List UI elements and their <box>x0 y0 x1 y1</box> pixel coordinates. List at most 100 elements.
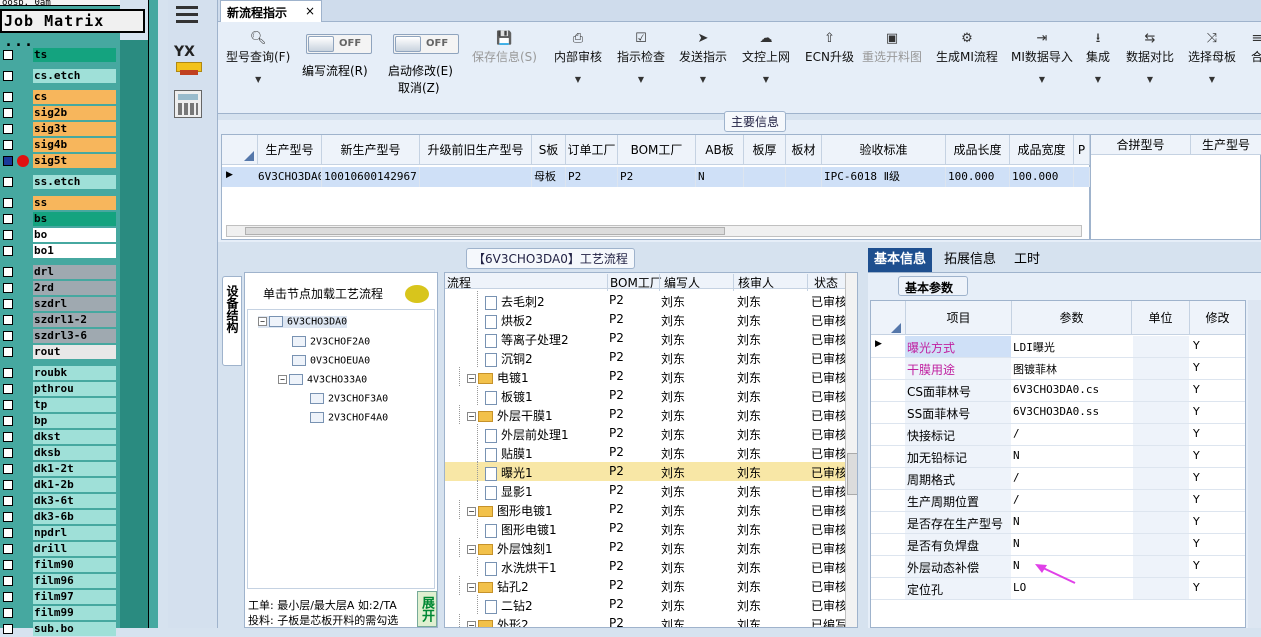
tab-basic-info[interactable]: 基本信息 <box>868 248 933 272</box>
layer-row[interactable]: szdrl1-2 <box>0 312 120 328</box>
layer-row[interactable]: cs <box>0 89 120 105</box>
tree-node[interactable]: 2V3CHOF3A0 <box>310 393 388 405</box>
main-info-header[interactable]: 新生产型号 <box>322 135 420 165</box>
layer-row[interactable]: dkst <box>0 429 120 445</box>
main-info-cell[interactable] <box>420 167 532 187</box>
main-info-cell[interactable] <box>1074 167 1090 187</box>
layer-checkbox[interactable] <box>3 384 13 394</box>
flow-row[interactable]: − 钻孔2 P2 刘东 刘东 已审核 <box>445 576 847 595</box>
layer-row[interactable]: drl <box>0 264 120 280</box>
matrix-scroll-strip[interactable] <box>120 40 148 628</box>
layer-row[interactable]: dk1-2b <box>0 477 120 493</box>
tab-work-hours[interactable]: 工时 <box>1008 248 1046 272</box>
ribbon-button-4[interactable]: ☁ 文控上网 ▼ <box>742 30 790 84</box>
layer-checkbox[interactable] <box>3 480 13 490</box>
layer-row[interactable]: pthrou <box>0 381 120 397</box>
menu-icon[interactable] <box>176 4 198 24</box>
param-row[interactable]: 是否存在生产型号 N Y <box>871 512 1245 534</box>
layer-checkbox[interactable] <box>3 230 13 240</box>
layer-row[interactable]: film97 <box>0 589 120 605</box>
layer-checkbox[interactable] <box>3 544 13 554</box>
layer-checkbox[interactable] <box>3 400 13 410</box>
param-value[interactable]: 6V3CHO3DA0.ss <box>1013 405 1099 418</box>
layer-checkbox[interactable] <box>3 156 13 166</box>
layer-checkbox[interactable] <box>3 464 13 474</box>
layer-row[interactable]: sig3t <box>0 121 120 137</box>
layer-row[interactable]: dk1-2t <box>0 461 120 477</box>
layer-checkbox[interactable] <box>3 347 13 357</box>
layer-checkbox[interactable] <box>3 448 13 458</box>
auto-modify-toggle[interactable]: OFF <box>393 34 459 54</box>
layer-row[interactable]: rout <box>0 344 120 360</box>
param-value[interactable]: LDI曝光 <box>1013 339 1055 355</box>
param-value[interactable]: 图镀菲林 <box>1013 361 1057 377</box>
param-row[interactable]: 加无铅标记 N Y <box>871 446 1245 468</box>
ribbon-button-9[interactable]: ⭳ 集成 ▼ <box>1086 30 1110 84</box>
main-info-header[interactable]: P <box>1074 135 1090 165</box>
layer-row[interactable]: bo1 <box>0 243 120 259</box>
layer-row[interactable]: sig5t <box>0 153 120 169</box>
tree-node[interactable]: −4V3CHO33A0 <box>278 374 367 386</box>
layer-checkbox[interactable] <box>3 315 13 325</box>
layer-checkbox[interactable] <box>3 528 13 538</box>
param-row[interactable]: 快接标记 / Y <box>871 424 1245 446</box>
flow-row[interactable]: 贴膜1 P2 刘东 刘东 已审核 <box>445 443 847 462</box>
yx-logo-icon[interactable]: YX <box>172 44 206 78</box>
ribbon-button-6[interactable]: ▣ 重选开料图 <box>862 30 922 65</box>
query-button[interactable]: 🔍︎ 型号查询(F) ▼ <box>226 30 290 84</box>
tree-root-node[interactable]: −6V3CHO3DA0 <box>258 316 348 328</box>
flow-row[interactable]: 图形电镀1 P2 刘东 刘东 已审核 <box>445 519 847 538</box>
layer-row[interactable]: ts <box>0 47 120 63</box>
param-value[interactable]: N <box>1013 449 1020 462</box>
layer-row[interactable]: film90 <box>0 557 120 573</box>
layer-checkbox[interactable] <box>3 496 13 506</box>
layer-row[interactable]: sig4b <box>0 137 120 153</box>
layer-checkbox[interactable] <box>3 124 13 134</box>
layer-checkbox[interactable] <box>3 576 13 586</box>
main-info-cell[interactable]: 母板 <box>532 167 566 187</box>
layer-checkbox[interactable] <box>3 177 13 187</box>
param-value[interactable]: N <box>1013 515 1020 528</box>
params-side-scroll[interactable] <box>1248 300 1261 628</box>
ribbon-button-10[interactable]: ⇆ 数据对比 ▼ <box>1126 30 1174 84</box>
ribbon-button-2[interactable]: ☑ 指示检查 ▼ <box>617 30 665 84</box>
layer-checkbox[interactable] <box>3 246 13 256</box>
layer-checkbox[interactable] <box>3 283 13 293</box>
main-info-cell[interactable]: 100.000 <box>1010 167 1074 187</box>
main-info-cell[interactable] <box>744 167 786 187</box>
flow-row[interactable]: 外层前处理1 P2 刘东 刘东 已审核 <box>445 424 847 443</box>
flow-row[interactable]: − 电镀1 P2 刘东 刘东 已审核 <box>445 367 847 386</box>
flow-row[interactable]: 等离子处理2 P2 刘东 刘东 已审核 <box>445 329 847 348</box>
param-row[interactable]: SS面菲林号 6V3CHO3DA0.ss Y <box>871 402 1245 424</box>
tab-close-icon[interactable]: × <box>305 4 315 18</box>
tree-node[interactable]: 0V3CHOEUA0 <box>292 355 370 367</box>
ribbon-button-8[interactable]: ⇥ MI数据导入 ▼ <box>1011 30 1073 84</box>
main-info-cell[interactable] <box>786 167 822 187</box>
layer-row[interactable]: tp <box>0 397 120 413</box>
job-matrix-title[interactable]: Job Matrix ... <box>0 9 145 50</box>
layer-row[interactable]: roubk <box>0 365 120 381</box>
param-row[interactable]: 生产周期位置 / Y <box>871 490 1245 512</box>
flow-row[interactable]: − 外层干膜1 P2 刘东 刘东 已审核 <box>445 405 847 424</box>
flow-row[interactable]: − 外形2 P2 刘东 刘东 已编写 <box>445 614 847 627</box>
ribbon-button-3[interactable]: ➤ 发送指示 ▼ <box>679 30 727 84</box>
main-info-header[interactable]: BOM工厂 <box>618 135 696 165</box>
param-row[interactable]: 干膜用途 图镀菲林 Y <box>871 358 1245 380</box>
flow-row[interactable]: − 外层蚀刻1 P2 刘东 刘东 已审核 <box>445 538 847 557</box>
main-info-header[interactable]: AB板 <box>696 135 744 165</box>
main-info-header[interactable]: 升级前旧生产型号 <box>420 135 532 165</box>
layer-checkbox[interactable] <box>3 140 13 150</box>
layer-checkbox[interactable] <box>3 368 13 378</box>
param-row[interactable]: 周期格式 / Y <box>871 468 1245 490</box>
tab-device-structure[interactable]: 设备结构 <box>222 276 242 366</box>
main-info-header[interactable]: 订单工厂 <box>566 135 618 165</box>
layer-checkbox[interactable] <box>3 416 13 426</box>
expand-button[interactable]: 展开 <box>417 591 437 627</box>
layer-row[interactable]: npdrl <box>0 525 120 541</box>
main-info-cell[interactable]: 6V3CHO3DA0 <box>222 167 322 187</box>
ribbon-button-0[interactable]: 💾 保存信息(S) <box>472 30 537 65</box>
layer-checkbox[interactable] <box>3 608 13 618</box>
layer-row[interactable]: ss.etch <box>0 174 120 190</box>
param-value[interactable]: N <box>1013 537 1020 550</box>
flow-row[interactable]: 显影1 P2 刘东 刘东 已审核 <box>445 481 847 500</box>
